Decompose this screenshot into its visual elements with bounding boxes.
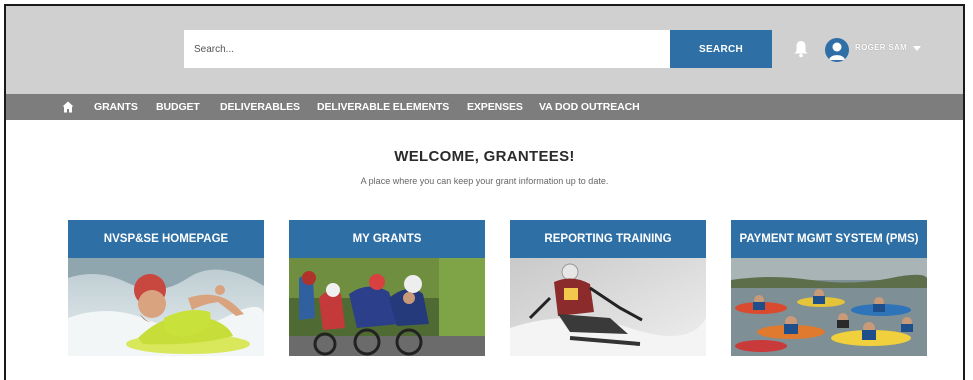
nav-item-expenses[interactable]: EXPENSES xyxy=(467,94,523,120)
home-icon[interactable] xyxy=(62,101,74,113)
tile-reporting-training[interactable]: REPORTING TRAINING xyxy=(510,220,706,356)
chevron-down-icon[interactable] xyxy=(913,46,921,52)
bell-icon[interactable] xyxy=(793,40,809,58)
tile-nvspse-homepage[interactable]: NVSP&SE HOMEPAGE xyxy=(68,220,264,356)
nav-item-deliverables[interactable]: DELIVERABLES xyxy=(220,94,300,120)
surfer-photo xyxy=(68,258,264,356)
main-nav: GRANTS BUDGET DELIVERABLES DELIVERABLE E… xyxy=(6,94,963,120)
search-button[interactable]: SEARCH xyxy=(670,30,772,68)
nav-item-deliverable-elements[interactable]: DELIVERABLE ELEMENTS xyxy=(317,94,449,120)
nav-item-va-dod-outreach[interactable]: VA DOD OUTREACH xyxy=(539,94,640,120)
page-subtitle: A place where you can keep your grant in… xyxy=(360,176,609,186)
tile-label: REPORTING TRAINING xyxy=(510,220,706,258)
tile-my-grants[interactable]: MY GRANTS xyxy=(289,220,485,356)
app-window: SEARCH ROGER SAM GRANTS BUDGET DELIVERAB… xyxy=(4,4,965,380)
nav-item-budget[interactable]: BUDGET xyxy=(156,94,200,120)
top-header: SEARCH ROGER SAM xyxy=(6,6,963,94)
tile-label: PAYMENT MGMT SYSTEM (PMS) xyxy=(731,220,927,258)
nav-item-grants[interactable]: GRANTS xyxy=(94,94,138,120)
cyclists-photo xyxy=(289,258,485,356)
user-avatar-icon[interactable] xyxy=(825,38,849,62)
tile-label: MY GRANTS xyxy=(289,220,485,258)
user-name[interactable]: ROGER SAM xyxy=(855,43,907,52)
kayakers-photo xyxy=(731,258,927,356)
page-title: WELCOME, GRANTEES! xyxy=(394,148,575,165)
tile-payment-mgmt-system[interactable]: PAYMENT MGMT SYSTEM (PMS) xyxy=(731,220,927,356)
search-input[interactable] xyxy=(184,30,670,68)
sit-skier-photo xyxy=(510,258,706,356)
tile-label: NVSP&SE HOMEPAGE xyxy=(68,220,264,258)
